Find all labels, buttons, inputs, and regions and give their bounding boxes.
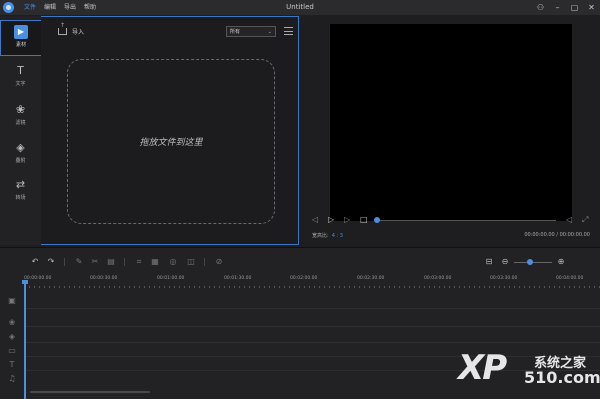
user-icon[interactable]: ⚇ (535, 2, 546, 13)
pip-track-icon: ▭ (8, 346, 16, 355)
zoom-out-icon[interactable]: ⊖ (500, 257, 510, 267)
sidebar-item-transition[interactable]: ⇄ 转场 (0, 174, 41, 210)
import-icon (58, 22, 67, 35)
sidebar-item-label: 素材 (15, 42, 26, 48)
redo-icon[interactable]: ↷ (46, 257, 56, 267)
maximize-icon[interactable]: ▢ (569, 2, 580, 13)
preview-panel: ◁ ▷ ▷ □ ◁ ⤢ 宽高比: 4 : 3 00:00:00.00 / 00:0… (300, 16, 600, 245)
tick-label: 00:03:00.00 (424, 276, 452, 281)
freeze-icon[interactable]: ◎ (168, 257, 178, 267)
aspect-ratio-label: 宽高比: (312, 233, 329, 239)
sidebar-item-label: 转场 (15, 195, 26, 201)
track-divider (24, 308, 600, 309)
sidebar-item-label: 文字 (15, 81, 26, 87)
undo-icon[interactable]: ↶ (30, 257, 40, 267)
tick-label: 00:02:30.00 (357, 276, 385, 281)
text-icon: T (17, 64, 24, 77)
music-track-icon: ♫ (8, 374, 16, 383)
tick-label: 00:02:00.00 (290, 276, 318, 281)
watermark: XP 系统之家 510.com (458, 346, 600, 394)
media-panel: 导入 所有 ⌄ 拖放文件到这里 (41, 16, 299, 245)
track-divider (24, 342, 600, 343)
prev-frame-icon[interactable]: ◁ (312, 215, 318, 225)
record-icon[interactable]: ⊘ (214, 257, 224, 267)
transition-icon: ⇄ (15, 178, 26, 191)
media-icon: ▶ (14, 25, 28, 39)
tick-label: 00:01:00.00 (157, 276, 185, 281)
timeline-toolbar: ↶ ↷ ✎ ✂ ▤ ⌗ ▦ ◎ ◫ ⊘ ⊟ ⊖ ⊕ (0, 248, 600, 274)
watermark-url: 510.com (524, 368, 600, 387)
tick-label: 00:00:30.00 (90, 276, 118, 281)
time-readout: 00:00:00.00 / 00:00:00.00 (524, 232, 590, 238)
divider (64, 258, 65, 266)
ruler-ticks (24, 286, 600, 288)
window-controls: ⚇ – ▢ ✕ (535, 2, 597, 13)
chevron-down-icon: ⌄ (267, 28, 272, 35)
sidebar-item-label: 叠附 (15, 158, 26, 164)
aspect-ratio-value[interactable]: 4 : 3 (332, 233, 343, 239)
play-icon[interactable]: ▷ (328, 215, 334, 225)
filter-select[interactable]: 所有 ⌄ (226, 26, 276, 37)
filter-value: 所有 (230, 29, 241, 35)
list-view-icon[interactable] (284, 27, 293, 35)
sidebar-item-overlay[interactable]: ◈ 叠附 (0, 137, 41, 173)
timeline-scrollbar[interactable] (30, 391, 150, 393)
video-track-icon: ▣ (8, 296, 16, 305)
crop-icon[interactable]: ⌗ (134, 257, 144, 267)
stop-icon[interactable]: □ (360, 215, 368, 225)
watermark-logo: XP (458, 348, 507, 388)
drop-zone[interactable]: 拖放文件到这里 (67, 59, 275, 224)
delete-icon[interactable]: ▤ (106, 257, 116, 267)
zoom-in-icon[interactable]: ⊕ (556, 257, 566, 267)
fullscreen-icon[interactable]: ⤢ (582, 215, 588, 225)
progress-bar[interactable] (378, 220, 556, 221)
next-frame-icon[interactable]: ▷ (344, 215, 350, 225)
tick-label: 00:04:00.00 (556, 276, 584, 281)
filter-icon: ❀ (15, 103, 26, 116)
track-divider (24, 326, 600, 327)
volume-icon[interactable]: ◁ (566, 215, 572, 225)
sidebar-item-text[interactable]: T 文字 (0, 60, 41, 96)
sidebar-item-filter[interactable]: ❀ 滤镜 (0, 99, 41, 135)
divider (124, 258, 125, 266)
edit-icon[interactable]: ✎ (74, 257, 84, 267)
drop-zone-text: 拖放文件到这里 (139, 138, 203, 148)
zoom-slider-handle[interactable] (527, 259, 533, 265)
overlay-icon: ◈ (16, 141, 25, 154)
divider (204, 258, 205, 266)
player-controls: ◁ ▷ ▷ □ ◁ ⤢ (312, 215, 594, 227)
fit-timeline-icon[interactable]: ⊟ (484, 257, 494, 267)
title-bar: 文件 编辑 导出 帮助 Untitled ⚇ – ▢ ✕ (0, 0, 600, 15)
timeline-ruler[interactable]: 00:00:00.00 00:00:30.00 00:01:00.00 00:0… (24, 274, 600, 288)
audio-icon[interactable]: ◫ (186, 257, 196, 267)
tick-label: 00:03:30.00 (490, 276, 518, 281)
sidebar-item-media[interactable]: ▶ 素材 (0, 20, 41, 56)
playhead[interactable] (22, 280, 28, 399)
import-button[interactable]: 导入 (58, 22, 85, 36)
sidebar: ▶ 素材 T 文字 ❀ 滤镜 ◈ 叠附 ⇄ 转场 (0, 16, 41, 245)
zoom-slider[interactable] (514, 262, 552, 263)
close-icon[interactable]: ✕ (586, 2, 597, 13)
text-track-icon: T (9, 360, 15, 369)
tick-label: 00:00:00.00 (24, 276, 52, 281)
video-preview (330, 24, 572, 221)
sidebar-item-label: 滤镜 (15, 120, 26, 126)
import-label: 导入 (72, 29, 85, 36)
aspect-ratio: 宽高比: 4 : 3 (312, 232, 343, 239)
progress-handle[interactable] (374, 217, 380, 223)
mosaic-icon[interactable]: ▦ (150, 257, 160, 267)
window-title: Untitled (286, 3, 314, 11)
tick-label: 00:01:30.00 (224, 276, 252, 281)
filter-track-icon: ❀ (8, 318, 16, 327)
cut-icon[interactable]: ✂ (90, 257, 100, 267)
overlay-track-icon: ◈ (8, 332, 16, 341)
minimize-icon[interactable]: – (552, 2, 563, 13)
